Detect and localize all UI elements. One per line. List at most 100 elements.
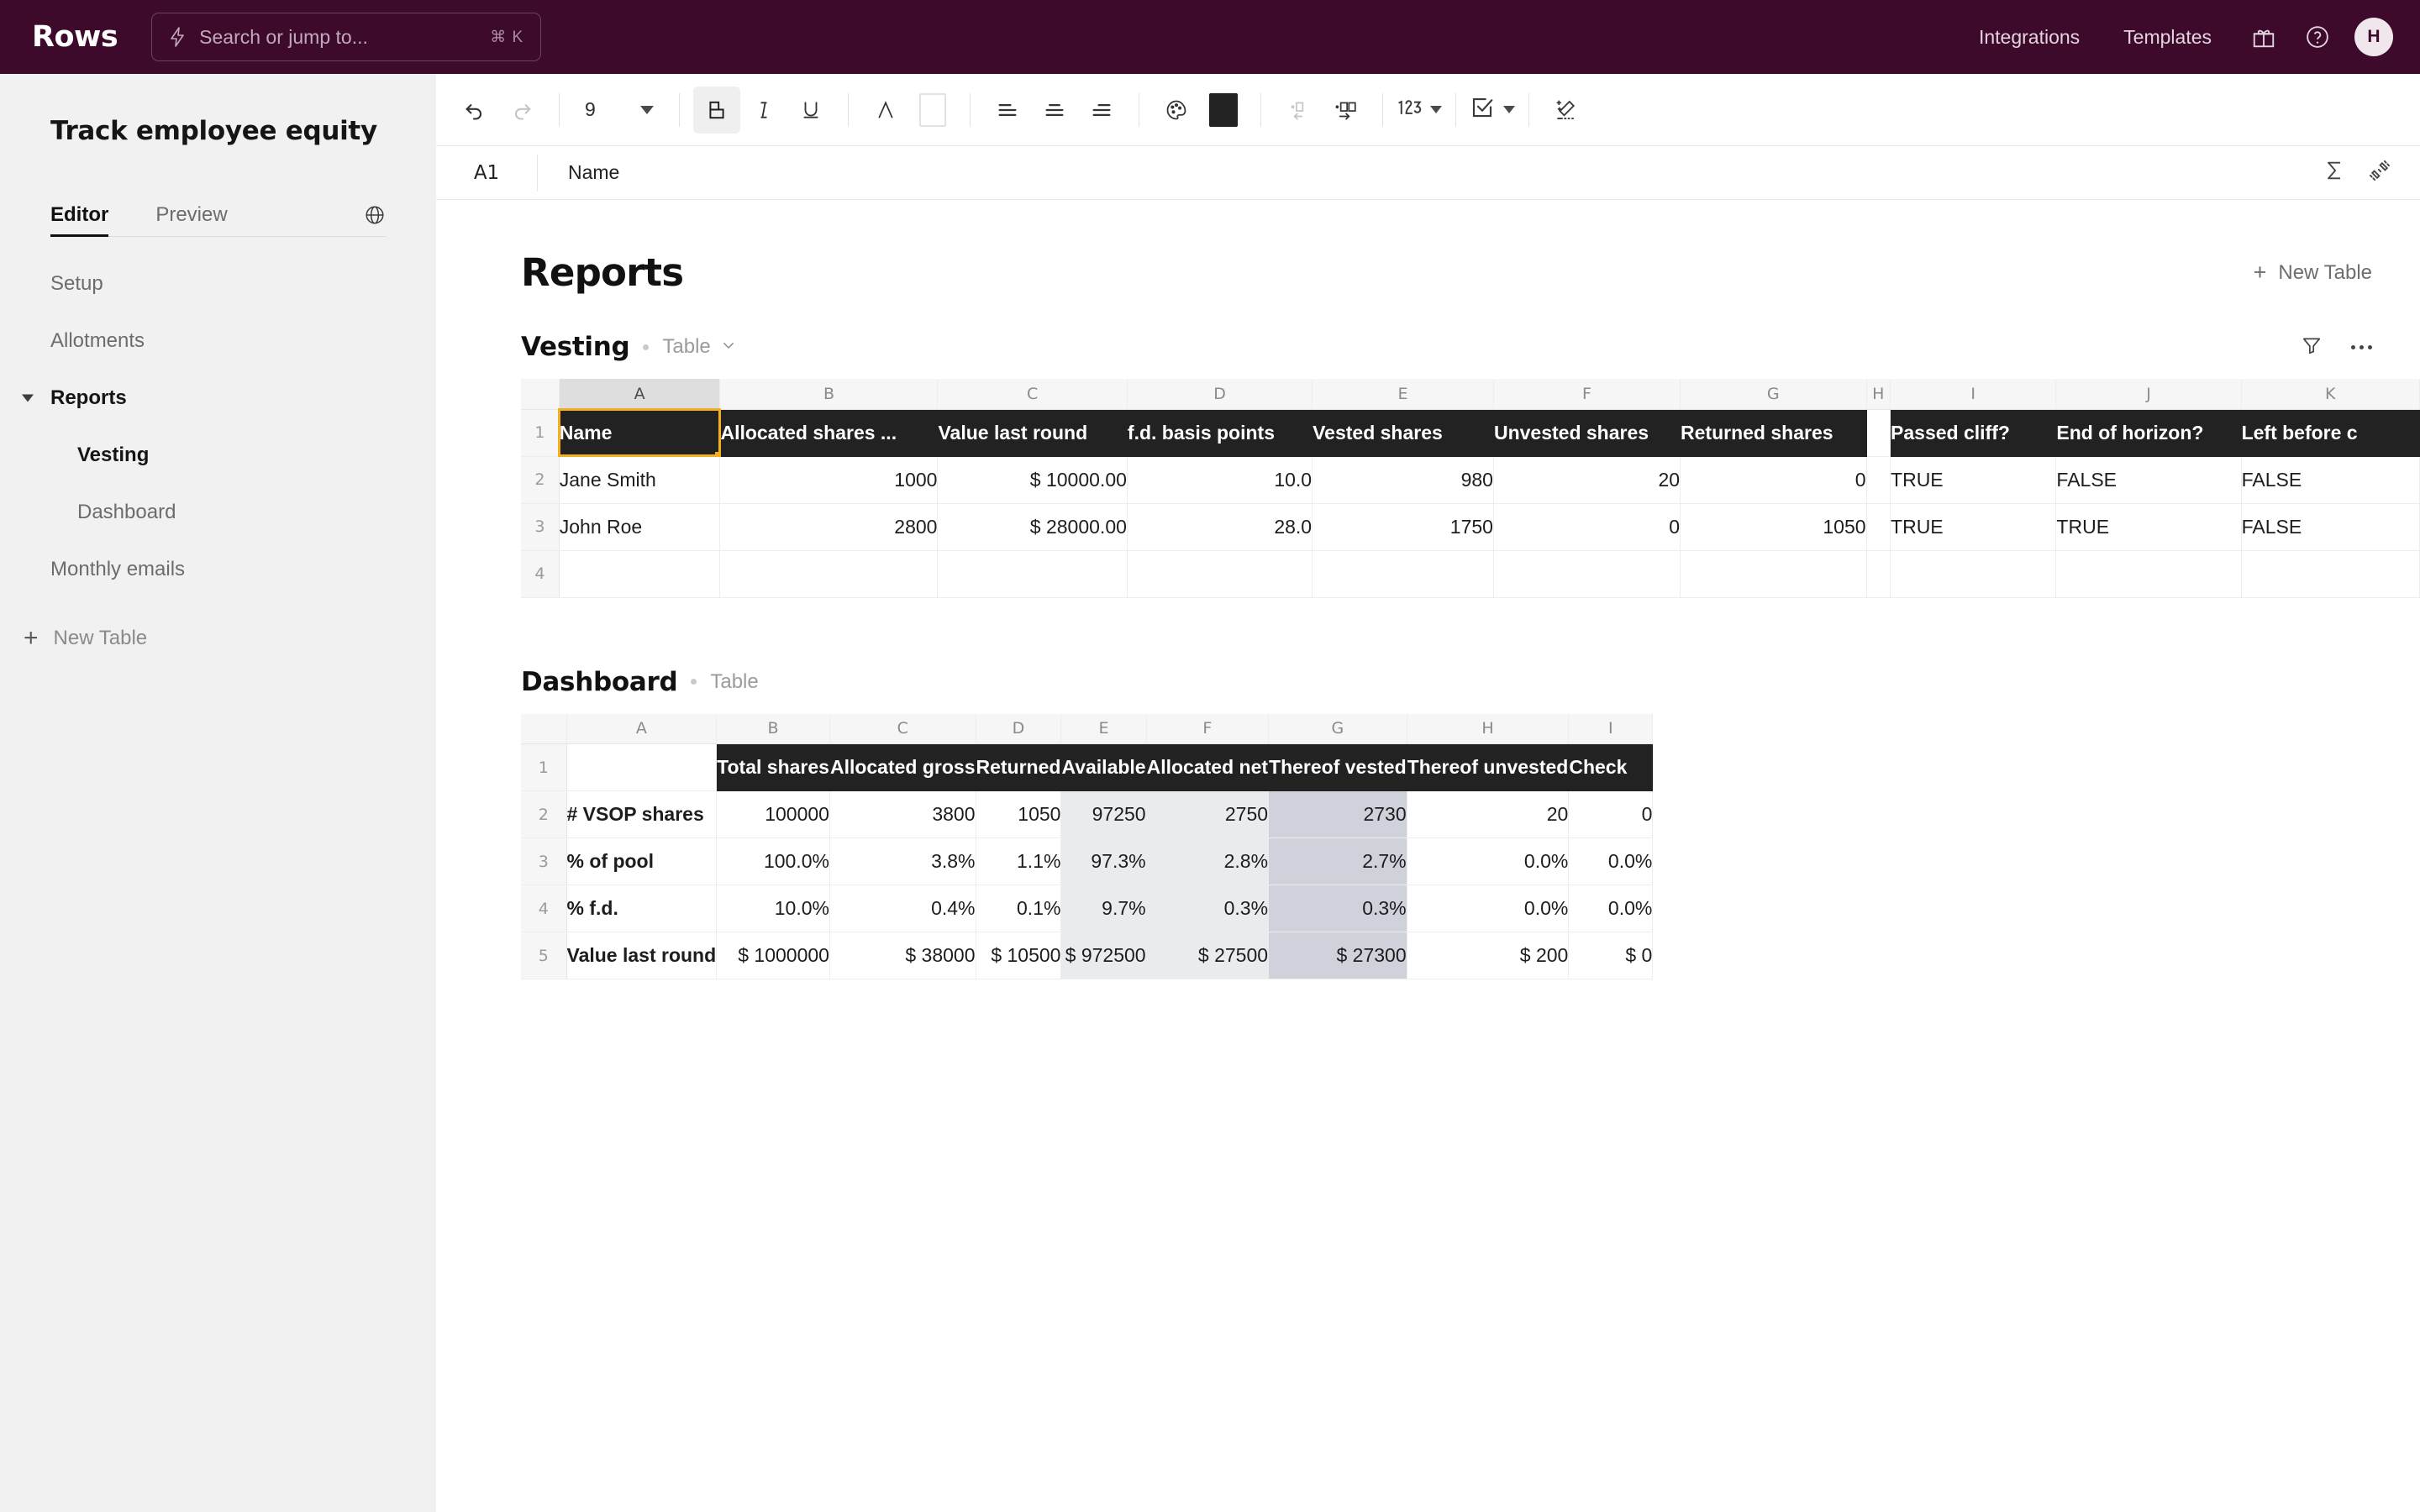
palette-icon[interactable] xyxy=(1153,87,1200,134)
grid-cell-B1[interactable]: Total shares xyxy=(716,743,830,791)
grid-cell-B1[interactable]: Allocated shares ... xyxy=(719,409,939,457)
grid-cell-I3[interactable]: TRUE xyxy=(1890,503,2057,551)
grid-cell-K2[interactable]: FALSE xyxy=(2241,456,2420,504)
grid-cell-C5[interactable]: $ 38000 xyxy=(829,932,976,979)
grid-cell-G4[interactable] xyxy=(1680,550,1867,598)
grid-cell-F5[interactable]: $ 27500 xyxy=(1146,932,1270,979)
column-header-f[interactable]: F xyxy=(1493,379,1681,410)
column-header-k[interactable]: K xyxy=(2241,379,2420,410)
column-header-b[interactable]: B xyxy=(719,379,939,410)
grid-cell-H5[interactable]: $ 200 xyxy=(1407,932,1570,979)
grid-cell-B2[interactable]: 1000 xyxy=(719,456,939,504)
column-header-d[interactable]: D xyxy=(976,713,1062,744)
column-header-e[interactable]: E xyxy=(1312,379,1494,410)
grid-cell-C3[interactable]: $ 28000.00 xyxy=(937,503,1128,551)
undo-icon[interactable] xyxy=(451,87,498,134)
grid-cell-A4[interactable]: % f.d. xyxy=(566,885,718,932)
grid-cell-A2[interactable]: # VSOP shares xyxy=(566,790,718,838)
grid-cell-I3[interactable]: 0.0% xyxy=(1568,837,1654,885)
global-search-input[interactable]: Search or jump to... ⌘ K xyxy=(151,13,542,61)
grid-corner[interactable] xyxy=(521,713,567,744)
column-header-i[interactable]: I xyxy=(1568,713,1654,744)
column-header-h[interactable]: H xyxy=(1407,713,1570,744)
grid-cell-A3[interactable]: % of pool xyxy=(566,837,718,885)
column-header-g[interactable]: G xyxy=(1268,713,1407,744)
table-name[interactable]: Vesting xyxy=(521,332,630,362)
grid-cell-E5[interactable]: $ 972500 xyxy=(1060,932,1147,979)
tab-preview[interactable]: Preview xyxy=(155,193,227,237)
grid-cell-J3[interactable]: TRUE xyxy=(2055,503,2242,551)
grid-cell-E1[interactable]: Vested shares xyxy=(1312,409,1494,457)
row-header-1[interactable]: 1 xyxy=(521,743,567,791)
font-size-select[interactable]: 9 xyxy=(573,89,666,131)
grid-cell-A1[interactable] xyxy=(566,743,718,791)
grid-cell-D3[interactable]: 1.1% xyxy=(976,837,1062,885)
grid-cell-A3[interactable]: John Roe xyxy=(559,503,721,551)
grid-cell-H3[interactable] xyxy=(1866,503,1891,551)
row-header-5[interactable]: 5 xyxy=(521,932,567,979)
grid-cell-D4[interactable]: 0.1% xyxy=(976,885,1062,932)
row-header-3[interactable]: 3 xyxy=(521,503,560,551)
italic-icon[interactable] xyxy=(740,87,787,134)
grid-cell-E3[interactable]: 1750 xyxy=(1312,503,1494,551)
grid-cell-G3[interactable]: 2.7% xyxy=(1268,837,1407,885)
new-table-button[interactable]: + New Table xyxy=(2254,261,2372,285)
app-logo[interactable]: Rows xyxy=(32,20,118,54)
row-header-2[interactable]: 2 xyxy=(521,790,567,838)
grid-cell-D2[interactable]: 1050 xyxy=(976,790,1062,838)
grid-cell-H4[interactable]: 0.0% xyxy=(1407,885,1570,932)
more-options-icon[interactable] xyxy=(2351,344,2372,349)
grid-cell-D1[interactable]: f.d. basis points xyxy=(1127,409,1313,457)
grid-cell-A2[interactable]: Jane Smith xyxy=(559,456,721,504)
grid-cell-G1[interactable]: Returned shares xyxy=(1680,409,1867,457)
grid-cell-J2[interactable]: FALSE xyxy=(2055,456,2242,504)
grid-cell-H1[interactable]: Thereof unvested xyxy=(1407,743,1570,791)
checkbox-format-select[interactable] xyxy=(1470,95,1515,124)
row-header-4[interactable]: 4 xyxy=(521,885,567,932)
current-color-swatch[interactable] xyxy=(1200,87,1247,134)
fill-color-swatch-icon[interactable] xyxy=(909,87,956,134)
grid-cell-I4[interactable] xyxy=(1890,550,2057,598)
grid-cell-C1[interactable]: Value last round xyxy=(937,409,1128,457)
align-right-icon[interactable] xyxy=(1078,87,1125,134)
grid-cell-B2[interactable]: 100000 xyxy=(716,790,830,838)
grid-cell-G1[interactable]: Thereof vested xyxy=(1268,743,1407,791)
grid-cell-E2[interactable]: 97250 xyxy=(1060,790,1147,838)
number-format-select[interactable] xyxy=(1397,97,1442,123)
grid-cell-B4[interactable] xyxy=(719,550,939,598)
cell-reference[interactable]: A1 xyxy=(436,162,537,184)
grid-cell-K4[interactable] xyxy=(2241,550,2420,598)
underline-icon[interactable] xyxy=(787,87,834,134)
grid-cell-B4[interactable]: 10.0% xyxy=(716,885,830,932)
grid-cell-C4[interactable] xyxy=(937,550,1128,598)
grid-cell-I2[interactable]: 0 xyxy=(1568,790,1654,838)
grid-cell-G4[interactable]: 0.3% xyxy=(1268,885,1407,932)
formula-input[interactable]: Name xyxy=(538,161,2323,184)
grid-cell-K3[interactable]: FALSE xyxy=(2241,503,2420,551)
grid-cell-C3[interactable]: 3.8% xyxy=(829,837,976,885)
bold-icon[interactable] xyxy=(693,86,740,134)
grid-cell-I1[interactable]: Passed cliff? xyxy=(1890,409,2057,457)
grid-cell-B3[interactable]: 100.0% xyxy=(716,837,830,885)
indent-increase-icon[interactable] xyxy=(1322,87,1369,134)
grid-cell-I1[interactable]: Check xyxy=(1568,743,1654,791)
grid-cell-C2[interactable]: 3800 xyxy=(829,790,976,838)
grid-cell-F1[interactable]: Allocated net xyxy=(1146,743,1270,791)
grid-cell-H3[interactable]: 0.0% xyxy=(1407,837,1570,885)
clear-formatting-icon[interactable] xyxy=(1543,87,1590,134)
grid-cell-C2[interactable]: $ 10000.00 xyxy=(937,456,1128,504)
grid-cell-F4[interactable] xyxy=(1493,550,1681,598)
nav-integrations[interactable]: Integrations xyxy=(1957,26,2102,49)
sidebar-item-monthly-emails[interactable]: Monthly emails xyxy=(0,541,436,598)
column-header-h[interactable]: H xyxy=(1866,379,1891,410)
grid-cell-K1[interactable]: Left before c xyxy=(2241,409,2420,457)
text-color-icon[interactable] xyxy=(862,87,909,134)
align-center-icon[interactable] xyxy=(1031,87,1078,134)
column-header-e[interactable]: E xyxy=(1060,713,1147,744)
grid-cell-G3[interactable]: 1050 xyxy=(1680,503,1867,551)
grid-cell-J1[interactable]: End of horizon? xyxy=(2055,409,2242,457)
grid-cell-E4[interactable] xyxy=(1312,550,1494,598)
grid-cell-D2[interactable]: 10.0 xyxy=(1127,456,1313,504)
grid-cell-G2[interactable]: 2730 xyxy=(1268,790,1407,838)
grid-cell-H1[interactable] xyxy=(1866,409,1891,457)
